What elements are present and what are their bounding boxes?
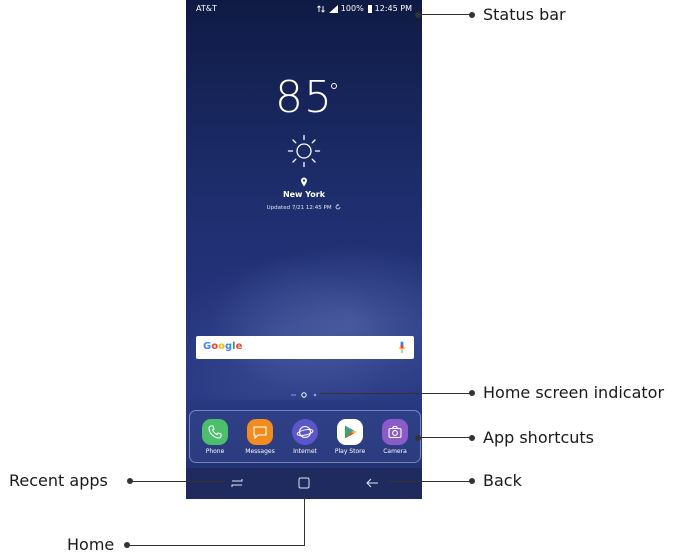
callout-line xyxy=(304,492,305,545)
weather-updated-text: Updated 7/21 12:45 PM xyxy=(266,205,332,211)
home-icon[interactable] xyxy=(297,476,311,490)
app-label: Phone xyxy=(205,448,225,455)
callout-line xyxy=(418,437,472,438)
app-play-store[interactable]: Play Store xyxy=(330,419,370,455)
refresh-icon[interactable] xyxy=(335,204,341,210)
phone-screen: AT&T 100% 12:45 PM 85 New York Updated 7… xyxy=(186,0,422,499)
callout-dot xyxy=(469,435,475,441)
wallpaper-glow xyxy=(186,230,422,400)
recent-apps-icon[interactable] xyxy=(230,476,244,490)
callout-recent-apps: Recent apps xyxy=(9,471,108,490)
home-screen-indicator[interactable] xyxy=(286,391,322,399)
degree-icon xyxy=(331,83,337,89)
callout-back: Back xyxy=(483,471,522,490)
indicator-page-dot xyxy=(313,393,317,397)
callout-line xyxy=(320,393,472,394)
signal-icon xyxy=(328,5,338,13)
callout-dot xyxy=(124,542,130,548)
app-label: Camera xyxy=(383,448,407,455)
callout-line xyxy=(388,481,472,482)
callout-dot xyxy=(469,390,475,396)
internet-icon xyxy=(292,419,318,445)
status-icons: 100% 12:45 PM xyxy=(316,0,412,18)
phone-icon xyxy=(202,419,228,445)
google-search-bar[interactable]: Google xyxy=(196,336,414,359)
callout-line xyxy=(418,14,472,15)
callout-dot xyxy=(469,478,475,484)
callout-home: Home xyxy=(67,535,115,554)
weather-updated: Updated 7/21 12:45 PM xyxy=(186,204,422,211)
callout-status-bar: Status bar xyxy=(483,5,566,24)
callout-dot xyxy=(469,12,475,18)
weather-city[interactable]: New York xyxy=(186,190,422,199)
callout-dot xyxy=(415,435,421,441)
back-icon[interactable] xyxy=(365,476,379,490)
callout-app-shortcuts: App shortcuts xyxy=(483,428,595,447)
temperature[interactable]: 85 xyxy=(186,72,422,123)
app-shortcuts-dock: Phone Messages Internet Play Store Camer… xyxy=(189,410,421,463)
battery-icon xyxy=(367,5,372,13)
location-pin-icon xyxy=(301,177,307,187)
status-bar: AT&T 100% 12:45 PM xyxy=(186,0,422,18)
camera-icon xyxy=(382,419,408,445)
app-camera[interactable]: Camera xyxy=(375,419,415,455)
play-store-icon xyxy=(337,419,363,445)
app-label: Play Store xyxy=(334,448,366,455)
app-label: Messages xyxy=(245,448,275,455)
app-internet[interactable]: Internet xyxy=(285,419,325,455)
callout-home-screen-indicator: Home screen indicator xyxy=(483,383,665,402)
data-arrows-icon xyxy=(316,5,325,13)
battery-percent: 100% xyxy=(340,4,364,13)
app-phone[interactable]: Phone xyxy=(195,419,235,455)
sun-icon[interactable] xyxy=(287,134,321,168)
mic-icon[interactable] xyxy=(398,341,406,354)
indicator-home-dot xyxy=(301,392,307,398)
message-icon xyxy=(247,419,273,445)
app-label: Internet xyxy=(293,448,317,455)
callout-line xyxy=(130,481,226,482)
callout-dot xyxy=(415,12,421,18)
status-time: 12:45 PM xyxy=(374,4,412,13)
callout-line xyxy=(127,545,305,546)
app-messages[interactable]: Messages xyxy=(240,419,280,455)
google-logo: Google xyxy=(203,341,243,352)
carrier-label: AT&T xyxy=(196,4,217,13)
